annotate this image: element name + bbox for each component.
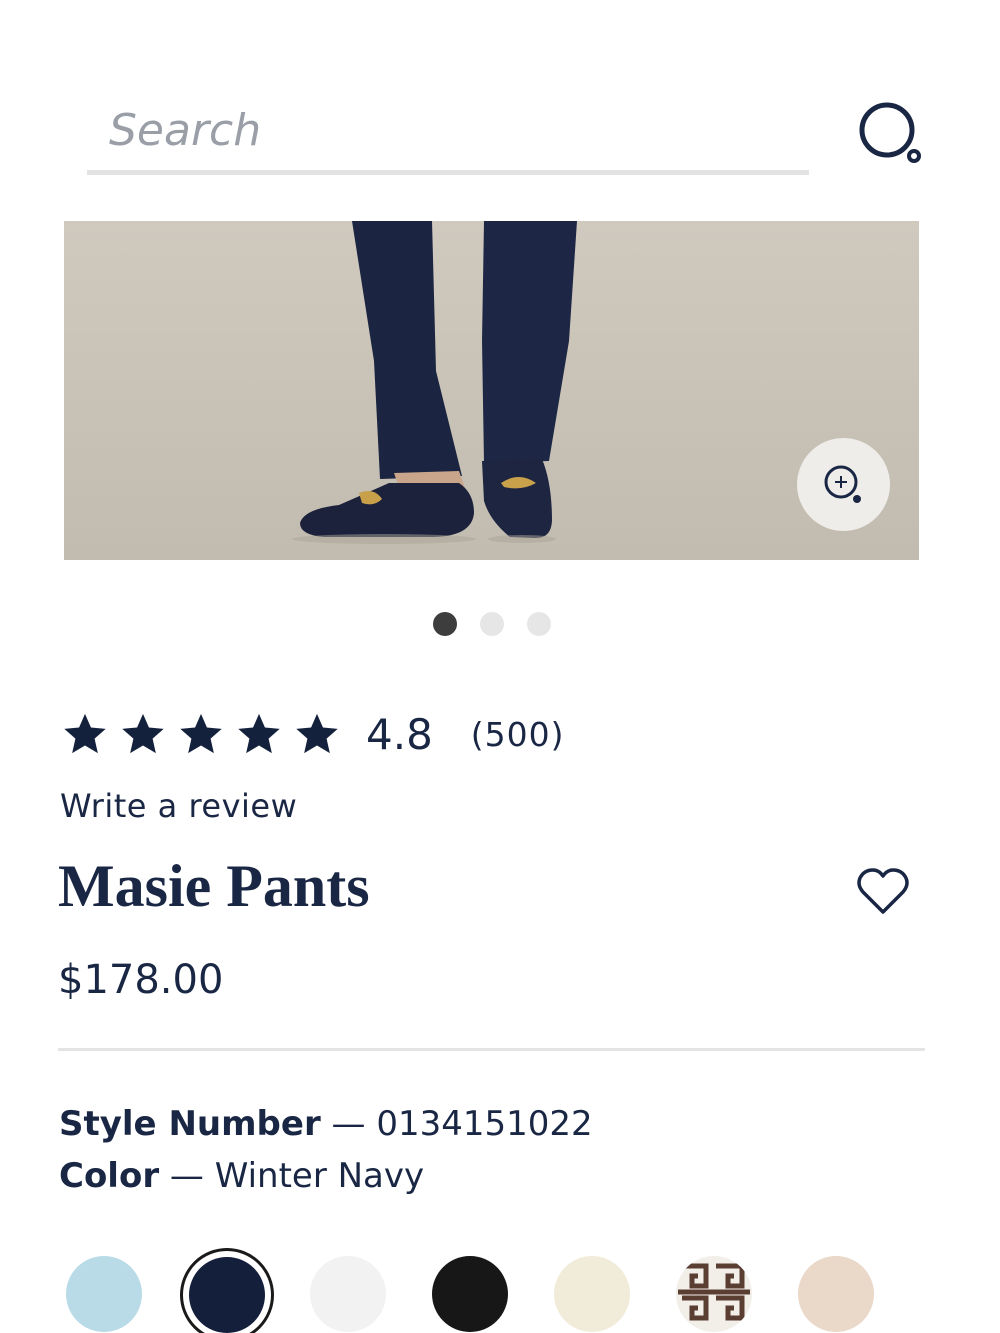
separator: — xyxy=(169,1156,204,1196)
geometric-pattern xyxy=(676,1256,752,1332)
star-icon xyxy=(238,713,280,754)
carousel-dot-3[interactable] xyxy=(527,612,551,636)
search-bar xyxy=(87,90,809,175)
carousel-dots xyxy=(433,612,551,636)
zoom-button[interactable] xyxy=(797,438,890,531)
heart-icon xyxy=(857,868,909,914)
style-number-label: Style Number xyxy=(59,1104,321,1144)
swatch-light-blue[interactable] xyxy=(66,1256,142,1332)
separator: — xyxy=(331,1104,366,1144)
color-label: Color xyxy=(59,1156,160,1196)
swatch-brown-geometric[interactable] xyxy=(676,1256,752,1332)
carousel-dot-1[interactable] xyxy=(433,612,457,636)
color-value: Winter Navy xyxy=(214,1156,425,1196)
rating-row[interactable]: 4.8 (500) xyxy=(62,704,565,764)
product-title: Masie Pants xyxy=(58,853,370,919)
swatch-white[interactable] xyxy=(310,1256,386,1332)
star-rating xyxy=(62,711,340,757)
wishlist-button[interactable] xyxy=(855,866,911,918)
swatch-winter-navy[interactable] xyxy=(180,1248,274,1333)
zoom-in-icon xyxy=(824,465,861,503)
swatch-ivory[interactable] xyxy=(554,1256,630,1332)
style-number-value: 0134151022 xyxy=(376,1104,593,1144)
product-image-gallery[interactable] xyxy=(64,221,919,560)
product-photo xyxy=(64,221,919,560)
divider xyxy=(58,1048,925,1051)
star-icon xyxy=(64,713,106,754)
style-number: Style Number — 0134151022 xyxy=(59,1104,593,1144)
star-icon xyxy=(122,713,164,754)
rating-value: 4.8 xyxy=(366,709,433,759)
swatch-black[interactable] xyxy=(432,1256,508,1332)
star-icon xyxy=(180,713,222,754)
carousel-dot-2[interactable] xyxy=(480,612,504,636)
search-input[interactable] xyxy=(109,98,789,162)
search-icon[interactable] xyxy=(856,100,928,168)
review-count[interactable]: (500) xyxy=(471,715,565,754)
star-icon xyxy=(296,713,338,754)
color-info: Color — Winter Navy xyxy=(59,1156,424,1196)
write-review-link[interactable]: Write a review xyxy=(60,787,297,825)
product-price: $178.00 xyxy=(58,957,224,1003)
swatch-blush[interactable] xyxy=(798,1256,874,1332)
